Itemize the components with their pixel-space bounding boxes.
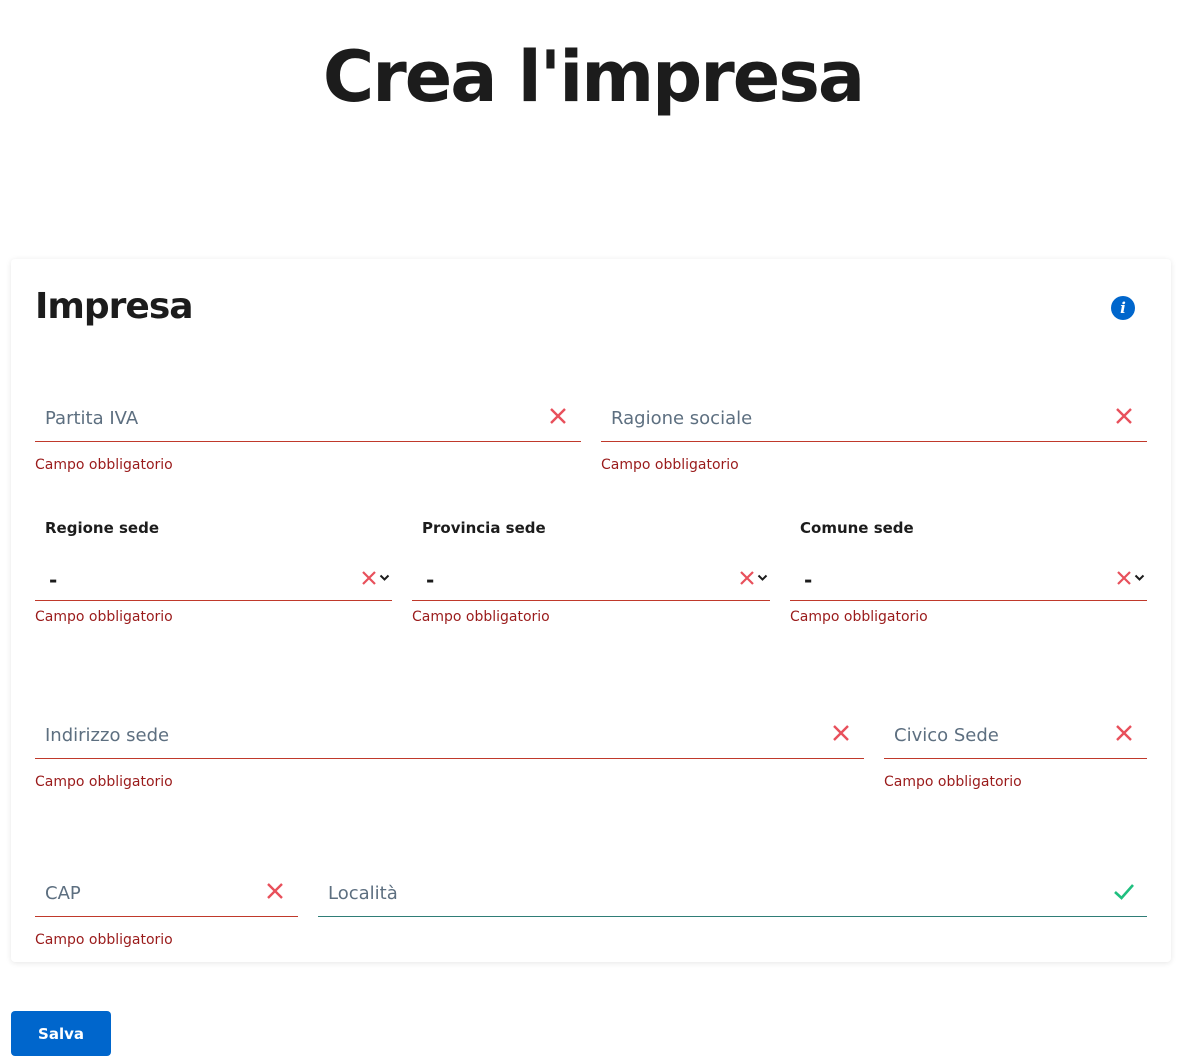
invalid-x-icon — [267, 883, 283, 899]
cap-input[interactable]: CAP — [35, 873, 298, 917]
regione-sede-value: - — [49, 568, 58, 592]
ragione-sociale-input[interactable]: Ragione sociale — [601, 398, 1147, 442]
invalid-x-icon — [833, 725, 849, 741]
chevron-down-icon — [1134, 574, 1145, 581]
comune-sede-select[interactable]: - — [790, 561, 1147, 601]
invalid-x-icon — [1116, 725, 1132, 741]
cap-error: Campo obbligatorio — [35, 932, 173, 948]
indirizzo-sede-placeholder: Indirizzo sede — [45, 725, 170, 746]
indirizzo-sede-field: Indirizzo sede Campo obbligatorio — [35, 715, 864, 790]
chevron-down-icon — [379, 574, 390, 581]
regione-sede-field: Regione sede - Campo obbligatorio — [35, 519, 392, 625]
provincia-sede-error: Campo obbligatorio — [412, 609, 550, 625]
invalid-x-icon — [1116, 408, 1132, 424]
localita-field: Località — [318, 873, 1147, 917]
cap-placeholder: CAP — [45, 883, 81, 904]
valid-check-icon — [1114, 884, 1134, 900]
impresa-card: Impresa i Partita IVA Campo obbligatorio… — [11, 259, 1171, 962]
partita-iva-input[interactable]: Partita IVA — [35, 398, 581, 442]
provincia-sede-field: Provincia sede - Campo obbligatorio — [412, 519, 770, 625]
comune-sede-field: Comune sede - Campo obbligatorio — [790, 519, 1147, 625]
provincia-sede-value: - — [426, 568, 435, 592]
page-title: Crea l'impresa — [322, 36, 865, 118]
partita-iva-field: Partita IVA Campo obbligatorio — [35, 398, 581, 473]
civico-sede-placeholder: Civico Sede — [894, 725, 999, 746]
invalid-x-icon — [550, 408, 566, 424]
invalid-x-icon — [1117, 571, 1131, 585]
invalid-x-icon — [362, 571, 376, 585]
partita-iva-placeholder: Partita IVA — [45, 408, 139, 429]
chevron-down-icon — [757, 574, 768, 581]
info-icon[interactable]: i — [1111, 296, 1135, 320]
save-button[interactable]: Salva — [11, 1011, 111, 1056]
ragione-sociale-placeholder: Ragione sociale — [611, 408, 753, 429]
card-title: Impresa — [35, 286, 194, 327]
regione-sede-error: Campo obbligatorio — [35, 609, 173, 625]
localita-input[interactable]: Località — [318, 873, 1147, 917]
civico-sede-field: Civico Sede Campo obbligatorio — [884, 715, 1147, 790]
localita-placeholder: Località — [328, 883, 398, 904]
partita-iva-error: Campo obbligatorio — [35, 457, 173, 473]
ragione-sociale-error: Campo obbligatorio — [601, 457, 739, 473]
indirizzo-sede-input[interactable]: Indirizzo sede — [35, 715, 864, 759]
civico-sede-error: Campo obbligatorio — [884, 774, 1022, 790]
regione-sede-select[interactable]: - — [35, 561, 392, 601]
cap-field: CAP Campo obbligatorio — [35, 873, 298, 948]
civico-sede-input[interactable]: Civico Sede — [884, 715, 1147, 759]
ragione-sociale-field: Ragione sociale Campo obbligatorio — [601, 398, 1147, 473]
invalid-x-icon — [740, 571, 754, 585]
regione-sede-label: Regione sede — [45, 519, 159, 537]
comune-sede-label: Comune sede — [800, 519, 914, 537]
comune-sede-value: - — [804, 568, 813, 592]
comune-sede-error: Campo obbligatorio — [790, 609, 928, 625]
provincia-sede-select[interactable]: - — [412, 561, 770, 601]
provincia-sede-label: Provincia sede — [422, 519, 546, 537]
indirizzo-sede-error: Campo obbligatorio — [35, 774, 173, 790]
